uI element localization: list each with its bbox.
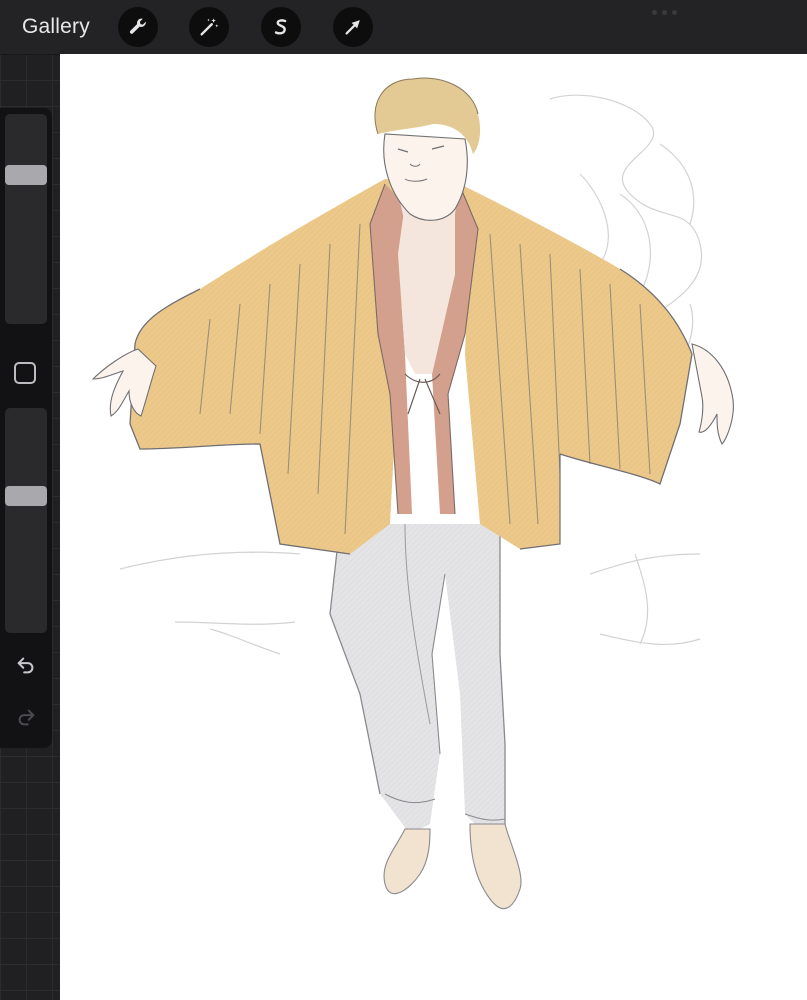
redo-button[interactable] <box>12 703 40 731</box>
dot <box>662 9 667 15</box>
wrench-icon <box>129 18 146 34</box>
opacity-slider[interactable] <box>5 408 47 633</box>
top-toolbar: Gallery <box>0 0 807 55</box>
redo-arrow-icon <box>18 709 35 726</box>
left-sidebar <box>0 108 52 748</box>
adjustments-button[interactable] <box>189 7 229 47</box>
brush-size-slider[interactable] <box>5 114 47 324</box>
selection-button[interactable] <box>261 7 301 47</box>
modify-button[interactable] <box>14 362 36 384</box>
arrow-cursor-icon <box>345 20 360 35</box>
gallery-button[interactable]: Gallery <box>22 13 90 41</box>
magic-wand-icon <box>200 18 219 36</box>
dot <box>672 9 677 15</box>
transform-button[interactable] <box>333 7 373 47</box>
selection-s-icon <box>274 19 287 35</box>
dot <box>652 9 657 15</box>
undo-arrow-icon <box>17 657 34 674</box>
more-options-dots[interactable] <box>652 8 682 16</box>
drawing-canvas[interactable] <box>60 54 807 1000</box>
pants <box>329 523 506 839</box>
feet <box>383 823 522 910</box>
brush-size-thumb[interactable] <box>5 165 47 185</box>
actions-button[interactable] <box>118 7 158 47</box>
procreate-app: Gallery <box>0 0 807 1000</box>
opacity-thumb[interactable] <box>5 486 47 506</box>
sketch-artwork <box>91 77 734 910</box>
undo-button[interactable] <box>12 651 40 679</box>
